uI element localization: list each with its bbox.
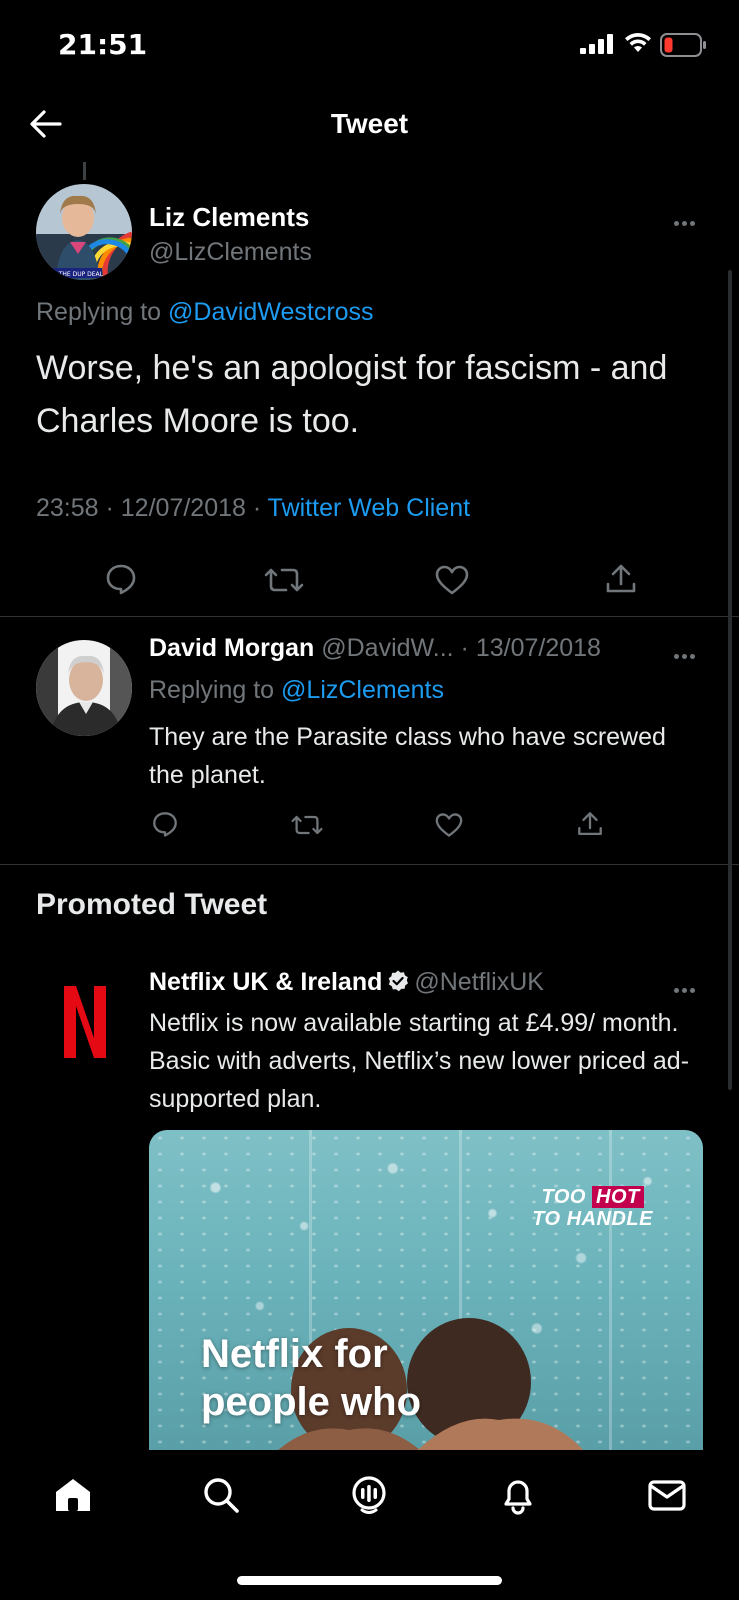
top-bar: Tweet — [0, 96, 739, 156]
tweet-date: 12/07/2018 — [120, 494, 246, 522]
ad-author-name[interactable]: Netflix UK & Ireland — [149, 968, 382, 996]
ad-header: Netflix UK & Ireland @NetflixUK — [149, 968, 544, 1000]
wifi-icon — [623, 30, 653, 59]
caption-line-1: Netflix for — [201, 1332, 388, 1376]
avatar-liz-clements[interactable]: STOP THE DUP DEAL — [36, 184, 132, 280]
ad-media-caption: Netflix for people who — [201, 1330, 421, 1426]
home-indicator[interactable] — [237, 1576, 502, 1585]
replying-to-label: Replying to — [36, 298, 162, 326]
home-icon[interactable] — [52, 1474, 94, 1521]
reply-icon[interactable] — [104, 562, 138, 601]
ad-video-thumbnail[interactable]: TOO HOT TO HANDLE Netflix for people who — [149, 1130, 703, 1450]
more-options-icon[interactable] — [674, 213, 704, 226]
reply-replying-to-line: Replying to @LizClements — [149, 676, 444, 705]
ad-more-options-icon[interactable] — [674, 980, 704, 993]
reply-more-options-icon[interactable] — [674, 646, 704, 659]
reply-reply-icon[interactable] — [151, 810, 179, 843]
ad-text: Netflix is now available starting at £4.… — [149, 1009, 690, 1113]
author-handle[interactable]: @LizClements — [149, 238, 312, 267]
reply-share-icon[interactable] — [576, 810, 604, 843]
badge-hot: HOT — [592, 1186, 644, 1208]
search-icon[interactable] — [200, 1474, 242, 1521]
badge-to-handle: TO HANDLE — [532, 1208, 653, 1230]
reply-replying-to-label: Replying to — [149, 676, 275, 704]
tweet-text: Worse, he's an apologist for fascism - a… — [36, 349, 668, 440]
like-heart-icon[interactable] — [434, 564, 470, 601]
promoted-section-title: Promoted Tweet — [36, 888, 268, 921]
replying-to-mention[interactable]: @DavidWestcross — [168, 298, 374, 326]
page-title: Tweet — [330, 108, 409, 139]
replying-to-line: Replying to @DavidWestcross — [36, 298, 374, 327]
avatar-badge-text: STOP THE DUP DEAL — [41, 271, 104, 278]
reply-retweet-icon[interactable] — [291, 812, 323, 843]
ad-show-badge: TOO HOT TO HANDLE — [532, 1186, 653, 1230]
bottom-nav — [0, 1452, 739, 1600]
notifications-icon[interactable] — [497, 1474, 539, 1521]
reply-replying-to-mention[interactable]: @LizClements — [281, 676, 444, 704]
thread-connector-line — [83, 162, 86, 180]
author-name[interactable]: Liz Clements — [149, 202, 309, 233]
caption-line-2: people who — [201, 1380, 421, 1424]
reply-author-handle[interactable]: @DavidW... — [321, 634, 453, 662]
verified-badge-icon — [386, 969, 410, 1000]
divider — [0, 864, 739, 865]
share-icon[interactable] — [604, 562, 638, 601]
status-time: 21:51 — [58, 28, 148, 61]
reply-author-name[interactable]: David Morgan — [149, 634, 314, 662]
ad-author-handle[interactable]: @NetflixUK — [414, 968, 544, 996]
netflix-logo[interactable] — [50, 976, 120, 1066]
battery-low-icon — [660, 33, 708, 62]
avatar-david-morgan[interactable] — [36, 640, 132, 736]
divider — [0, 616, 739, 617]
retweet-icon[interactable] — [264, 564, 304, 601]
tweet-meta: 23:58 · 12/07/2018 · Twitter Web Client — [36, 494, 471, 522]
cellular-signal-icon — [580, 34, 616, 59]
scrollbar[interactable] — [728, 270, 732, 1090]
reply-like-heart-icon[interactable] — [434, 812, 464, 843]
reply-text: They are the Parasite class who have scr… — [149, 723, 666, 789]
reply-date: 13/07/2018 — [475, 634, 601, 662]
tweet-time: 23:58 — [36, 494, 99, 522]
tweet-source-link[interactable]: Twitter Web Client — [268, 494, 470, 522]
reply-header: David Morgan @DavidW... · 13/07/2018 — [149, 634, 601, 662]
messages-icon[interactable] — [646, 1474, 688, 1521]
status-bar: 21:51 — [0, 0, 739, 90]
spaces-icon[interactable] — [348, 1474, 390, 1521]
badge-too: TOO — [541, 1186, 586, 1208]
